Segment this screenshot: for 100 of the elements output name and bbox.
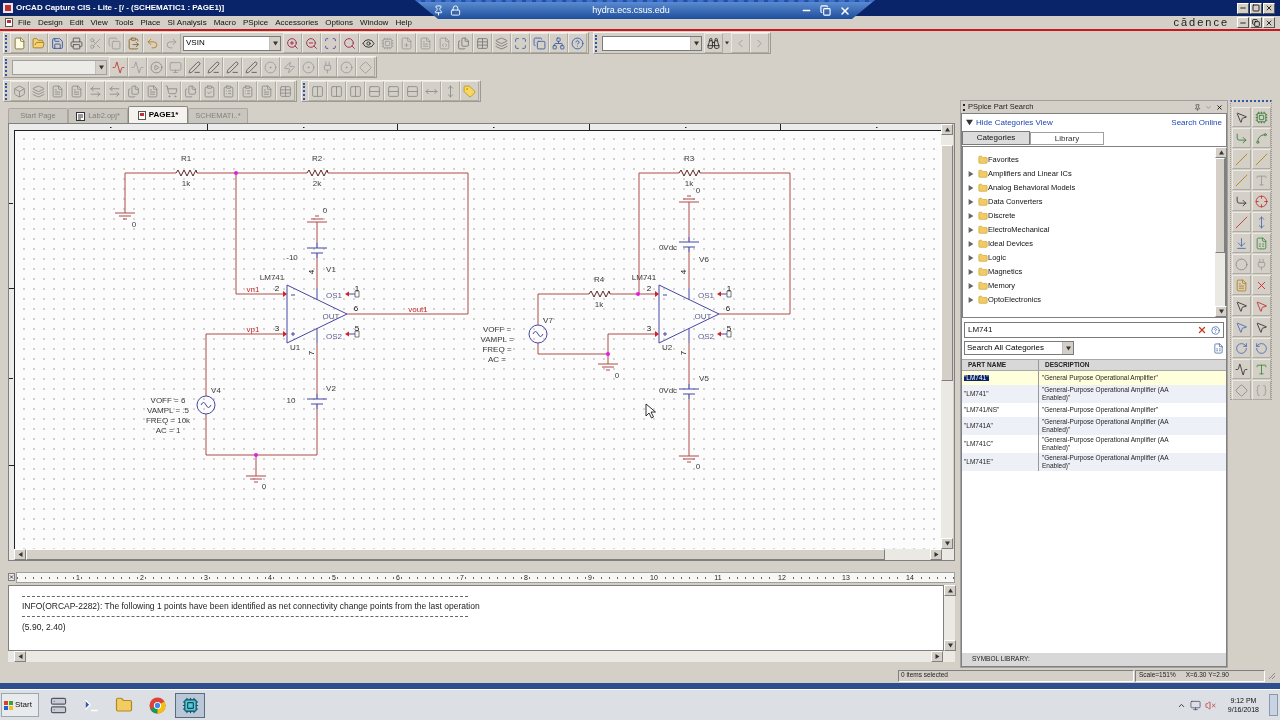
rows-button[interactable] [365, 81, 384, 101]
files-button[interactable] [124, 81, 143, 101]
table-button[interactable] [276, 81, 295, 101]
crosshair-button[interactable] [1251, 191, 1271, 211]
undo-button[interactable] [143, 33, 162, 53]
wire-button[interactable] [1232, 128, 1251, 148]
toolbar-grip[interactable] [595, 34, 598, 52]
double-arrow-button[interactable] [105, 81, 124, 101]
dot-circle-button[interactable] [299, 57, 318, 77]
menu-item[interactable]: Window [359, 18, 389, 27]
line-button[interactable] [1232, 149, 1251, 169]
start-button[interactable]: Start [1, 693, 39, 717]
toolbar-grip[interactable] [5, 58, 8, 76]
plug-button[interactable] [1251, 254, 1271, 274]
app-button[interactable] [175, 692, 205, 718]
menu-item[interactable]: Accessories [275, 18, 319, 27]
ellipse-button[interactable] [1232, 254, 1251, 274]
forward-arrow-button[interactable] [750, 33, 769, 53]
magnifier-button[interactable] [340, 33, 359, 53]
binoculars-button[interactable] [704, 33, 723, 53]
document-button[interactable] [257, 81, 276, 101]
hide-categories-link[interactable]: Hide Categories View [976, 118, 1053, 127]
text-button[interactable] [1251, 359, 1271, 379]
scroll-left-button[interactable] [14, 651, 26, 662]
layers-button[interactable] [29, 81, 48, 101]
curve-button[interactable] [1251, 128, 1271, 148]
probe-pen-button[interactable] [223, 57, 242, 77]
network-button[interactable] [549, 33, 568, 53]
eye-button[interactable] [359, 33, 378, 53]
scrollbar-thumb[interactable] [941, 145, 953, 381]
chip-button[interactable] [1251, 107, 1271, 127]
layers-button[interactable] [492, 33, 511, 53]
page-button[interactable] [10, 33, 29, 53]
zoom-in-button[interactable] [283, 33, 302, 53]
frame-button[interactable] [511, 33, 530, 53]
scroll-up-button[interactable] [1215, 147, 1227, 158]
files-button[interactable] [181, 81, 200, 101]
clipboard-list-button[interactable] [238, 81, 257, 101]
scroll-up-button[interactable] [944, 585, 956, 596]
dot-circle-button[interactable] [337, 57, 356, 77]
zoom-out-button[interactable] [302, 33, 321, 53]
line-button[interactable] [1232, 170, 1251, 190]
scroll-down-button[interactable] [941, 538, 953, 549]
document-tab[interactable]: PAGE1* [128, 106, 188, 123]
pointer-button[interactable] [1232, 296, 1251, 316]
folder-button[interactable] [29, 33, 48, 53]
pointer-button[interactable] [1232, 317, 1251, 337]
menu-item[interactable]: PSpice [242, 18, 269, 27]
toolbar-grip[interactable] [5, 82, 8, 100]
document-button[interactable] [67, 81, 86, 101]
menu-item[interactable]: File [18, 18, 31, 27]
columns-button[interactable] [327, 81, 346, 101]
clipboard-check-button[interactable] [200, 81, 219, 101]
diamond-button[interactable] [1232, 380, 1251, 400]
menu-item[interactable]: Tools [114, 18, 134, 27]
pointer-button[interactable] [1251, 317, 1271, 337]
scroll-left-button[interactable] [14, 549, 26, 560]
columns-button[interactable] [346, 81, 365, 101]
menu-item[interactable]: View [90, 18, 108, 27]
columns-button[interactable] [308, 81, 327, 101]
show-desktop-button[interactable] [1269, 694, 1278, 716]
pointer-button[interactable] [1232, 107, 1251, 127]
code-file-button[interactable] [435, 33, 454, 53]
document-button[interactable] [143, 81, 162, 101]
back-arrow-button[interactable] [731, 33, 750, 53]
box-button[interactable] [10, 81, 29, 101]
arrow-to-line-button[interactable] [1232, 233, 1251, 253]
menu-item[interactable]: SI Analysis [167, 18, 207, 27]
text-button[interactable] [1251, 170, 1271, 190]
document-button[interactable] [48, 81, 67, 101]
rotate-button[interactable] [1251, 338, 1271, 358]
play-button[interactable] [147, 57, 166, 77]
rows-button[interactable] [403, 81, 422, 101]
tag-button[interactable] [460, 81, 479, 101]
scroll-down-button[interactable] [944, 640, 956, 651]
minimize-button[interactable] [1237, 17, 1249, 28]
minimize-button[interactable] [1237, 2, 1249, 14]
menu-item[interactable]: Macro [213, 18, 236, 27]
clipboard-list-button[interactable] [219, 81, 238, 101]
scroll-down-button[interactable] [1215, 306, 1227, 317]
scroll-up-button[interactable] [941, 124, 953, 135]
wire-button[interactable] [1232, 191, 1251, 211]
double-arrow-button[interactable] [86, 81, 105, 101]
line-button[interactable] [1251, 149, 1271, 169]
file-plus-button[interactable] [397, 33, 416, 53]
lightning-button[interactable] [280, 57, 299, 77]
empty-combo-box[interactable] [12, 59, 107, 75]
vertical-arrows-button[interactable] [1251, 212, 1271, 232]
scissors-button[interactable] [86, 33, 105, 53]
plug-button[interactable] [318, 57, 337, 77]
maximize-button[interactable] [1250, 2, 1262, 14]
menu-item[interactable]: Design [37, 18, 63, 27]
redo-button[interactable] [162, 33, 181, 53]
x-mark-button[interactable] [1251, 275, 1271, 295]
search-combo-box[interactable] [602, 35, 702, 51]
dot-circle-button[interactable] [261, 57, 280, 77]
files-button[interactable] [454, 33, 473, 53]
probe-pen-button[interactable] [185, 57, 204, 77]
panel-tab[interactable]: Categories [962, 131, 1030, 145]
zoom-area-button[interactable] [321, 33, 340, 53]
